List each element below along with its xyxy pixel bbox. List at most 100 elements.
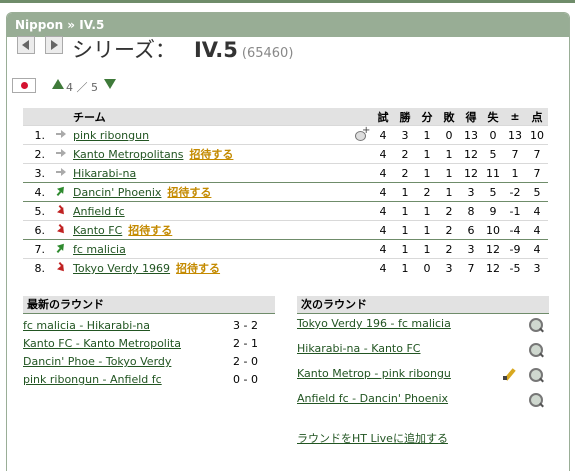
ga-cell: 5: [482, 182, 504, 202]
trend-down-icon: [55, 262, 67, 272]
drawn-cell: 1: [416, 239, 438, 259]
search-icon[interactable]: [529, 318, 543, 332]
team-link[interactable]: Kanto FC: [73, 224, 122, 237]
match-link[interactable]: Hikarabi-na - Kanto FC: [297, 342, 420, 355]
search-icon[interactable]: [529, 368, 543, 382]
add-supporter-icon[interactable]: [354, 125, 370, 141]
add-to-ht-live-link[interactable]: ラウンドをHT Liveに追加する: [297, 430, 448, 446]
trend-same-icon: [55, 148, 67, 158]
trend-up-icon: [55, 186, 67, 196]
diff-cell: 1: [504, 163, 526, 183]
drawn-cell: 1: [416, 201, 438, 221]
invite-link[interactable]: 招待する: [128, 224, 172, 237]
won-cell: 1: [394, 201, 416, 221]
trend-down-icon: [55, 205, 67, 215]
list-item: Anfield fc - Dancin' Phoenix: [297, 392, 448, 405]
list-item: Tokyo Verdy 196 - fc malicia: [297, 317, 451, 330]
header-goals-against: 失: [482, 108, 504, 126]
header-goal-diff: ±: [504, 108, 526, 126]
position: 8.: [23, 258, 51, 277]
header-played: 試: [372, 108, 394, 126]
ga-cell: 0: [482, 125, 504, 145]
drawn-cell: 0: [416, 258, 438, 277]
trend-same-icon: [55, 167, 67, 177]
list-item: Dancin' Phoe - Tokyo Verdy 2 - 0: [23, 353, 258, 371]
team-link[interactable]: fc malicia: [73, 243, 126, 256]
table-row: 8. Tokyo Verdy 1969 招待する 4 1 0 3 7 12 -5 3: [23, 258, 548, 277]
invite-link[interactable]: 招待する: [167, 186, 211, 199]
position: 3.: [23, 163, 51, 183]
japan-flag-icon[interactable]: [12, 78, 36, 93]
won-cell: 2: [394, 144, 416, 164]
pencil-icon[interactable]: [502, 368, 518, 382]
match-score: 0 - 0: [233, 373, 258, 386]
lost-cell: 2: [438, 239, 460, 259]
header-won: 勝: [394, 108, 416, 126]
drawn-cell: 1: [416, 144, 438, 164]
ga-cell: 12: [482, 239, 504, 259]
gf-cell: 13: [460, 125, 482, 145]
table-row: 5. Anfield fc 4 1 1 2 8 9 -1 4: [23, 201, 548, 221]
level-indicator: 4 ／ 5: [66, 81, 98, 94]
invite-link[interactable]: 招待する: [189, 148, 233, 161]
next-round-title: 次のラウンド: [297, 296, 549, 314]
points-cell: 4: [526, 201, 548, 221]
invite-link[interactable]: 招待する: [176, 262, 220, 275]
next-round-box: 次のラウンド Tokyo Verdy 196 - fc malicia Hikar…: [297, 296, 549, 456]
diff-cell: -9: [504, 239, 526, 259]
won-cell: 3: [394, 125, 416, 145]
points-cell: 7: [526, 144, 548, 164]
list-item: pink ribongun - Anfield fc 0 - 0: [23, 371, 258, 389]
position: 6.: [23, 220, 51, 240]
league-id: (65460): [241, 46, 294, 61]
played-cell: 4: [372, 125, 394, 145]
trend-same-icon: [55, 129, 67, 139]
league-name: IV.5: [193, 38, 238, 62]
next-league-button[interactable]: [45, 36, 63, 54]
played-cell: 4: [372, 201, 394, 221]
ga-cell: 10: [482, 220, 504, 240]
header-lost: 敗: [438, 108, 460, 126]
diff-cell: 7: [504, 144, 526, 164]
position: 7.: [23, 239, 51, 259]
lost-cell: 3: [438, 258, 460, 277]
diff-cell: 13: [504, 125, 526, 145]
level-down-icon[interactable]: [104, 79, 116, 89]
gf-cell: 3: [460, 239, 482, 259]
team-link[interactable]: pink ribongun: [73, 129, 149, 142]
drawn-cell: 2: [416, 182, 438, 202]
ga-cell: 11: [482, 163, 504, 183]
team-link[interactable]: Anfield fc: [73, 205, 125, 218]
header-team: チーム: [71, 108, 350, 126]
table-row: 6. Kanto FC 招待する 4 1 1 2 6 10 -4 4: [23, 220, 548, 240]
team-link[interactable]: Dancin' Phoenix: [73, 186, 161, 199]
match-link[interactable]: Kanto FC - Kanto Metropolita: [23, 337, 181, 350]
match-link[interactable]: fc malicia - Hikarabi-na: [23, 319, 150, 332]
match-link[interactable]: Anfield fc - Dancin' Phoenix: [297, 392, 448, 405]
match-link[interactable]: pink ribongun - Anfield fc: [23, 373, 162, 386]
arrow-left-icon: [22, 40, 29, 50]
won-cell: 1: [394, 220, 416, 240]
drawn-cell: 1: [416, 163, 438, 183]
match-link[interactable]: Kanto Metrop - pink ribongu: [297, 367, 451, 380]
level-up-icon[interactable]: [52, 79, 64, 89]
played-cell: 4: [372, 144, 394, 164]
previous-league-button[interactable]: [17, 36, 35, 54]
lost-cell: 0: [438, 125, 460, 145]
diff-cell: -5: [504, 258, 526, 277]
match-link[interactable]: Dancin' Phoe - Tokyo Verdy: [23, 355, 171, 368]
lost-cell: 1: [438, 144, 460, 164]
team-link[interactable]: Hikarabi-na: [73, 167, 136, 180]
top-bar: [0, 0, 575, 3]
gf-cell: 3: [460, 182, 482, 202]
league-table: チーム 試 勝 分 敗 得 失 ± 点 1.pink ribongun43101…: [23, 108, 548, 277]
search-icon[interactable]: [529, 343, 543, 357]
header-drawn: 分: [416, 108, 438, 126]
ga-cell: 9: [482, 201, 504, 221]
match-link[interactable]: Tokyo Verdy 196 - fc malicia: [297, 317, 451, 330]
points-cell: 5: [526, 182, 548, 202]
series-label: シリーズ：: [72, 38, 176, 62]
team-link[interactable]: Kanto Metropolitans: [73, 148, 183, 161]
search-icon[interactable]: [529, 393, 543, 407]
team-link[interactable]: Tokyo Verdy 1969: [73, 262, 170, 275]
